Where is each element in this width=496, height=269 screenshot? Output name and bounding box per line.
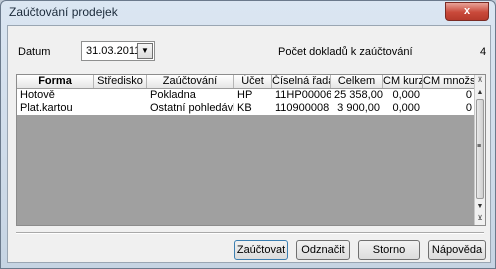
cell-celkem[interactable]: 25 358,00: [331, 89, 383, 102]
scroll-up-icon[interactable]: ▲: [475, 87, 485, 99]
napoveda-button[interactable]: Nápověda: [428, 240, 486, 260]
table-row[interactable]: Hotově Pokladna HP 11HP00006 25 358,00 0…: [17, 89, 475, 102]
dialog-window: Zaúčtování prodejek x Datum 31.03.2011 ▼…: [0, 0, 496, 269]
datum-picker[interactable]: 31.03.2011 ▼: [81, 41, 155, 61]
cell-cm-kurz[interactable]: 0,000: [383, 102, 423, 115]
cell-cm-mnozstvi[interactable]: 0: [423, 102, 475, 115]
column-header-stredisko[interactable]: Středisko: [94, 75, 147, 88]
pocet-dokladu-label: Počet dokladů k zaúčtování: [278, 46, 413, 58]
divider: [16, 232, 484, 234]
close-button[interactable]: x: [445, 2, 489, 21]
cell-celkem[interactable]: 3 900,00: [331, 102, 383, 115]
datum-value[interactable]: 31.03.2011: [86, 45, 140, 57]
cell-zauctovani[interactable]: Ostatní pohledávky: [147, 102, 234, 115]
scroll-bottom-icon[interactable]: ⊻: [475, 213, 485, 225]
zauctovat-button[interactable]: Zaúčtovat: [234, 240, 288, 260]
pocet-dokladu-value: 4: [480, 46, 487, 58]
title-bar[interactable]: Zaúčtování prodejek x: [1, 1, 495, 23]
cell-zauctovani[interactable]: Pokladna: [147, 89, 234, 102]
cell-ciselna-rada[interactable]: 11HP00006: [272, 89, 331, 102]
cell-cm-kurz[interactable]: 0,000: [383, 89, 423, 102]
grid-header: Forma Středisko Zaúčtování Účet Číselná …: [17, 75, 476, 89]
cell-cm-mnozstvi[interactable]: 0: [423, 89, 475, 102]
storno-button[interactable]: Storno: [358, 240, 420, 260]
column-header-forma[interactable]: Forma: [17, 75, 94, 88]
vertical-scrollbar[interactable]: ⊼ ▲ ≡ ▼ ⊻: [474, 75, 485, 225]
odznacit-button[interactable]: Odznačit: [296, 240, 350, 260]
dialog-content: Datum 31.03.2011 ▼ Počet dokladů k zaúčt…: [7, 25, 491, 263]
cell-forma[interactable]: Plat.kartou: [17, 102, 147, 115]
window-title: Zaúčtování prodejek: [9, 5, 118, 19]
cell-ucet[interactable]: KB: [234, 102, 272, 115]
column-header-celkem[interactable]: Celkem: [331, 75, 383, 88]
column-header-cm-mnozstvi[interactable]: CM množství: [423, 75, 476, 88]
chevron-down-icon[interactable]: ▼: [137, 43, 153, 59]
cell-ucet[interactable]: HP: [234, 89, 272, 102]
data-grid[interactable]: Forma Středisko Zaúčtování Účet Číselná …: [16, 74, 486, 226]
column-header-ciselna-rada[interactable]: Číselná řada: [272, 75, 331, 88]
cell-forma[interactable]: Hotově: [17, 89, 147, 102]
column-header-cm-kurz[interactable]: CM kurz: [383, 75, 423, 88]
table-row[interactable]: Plat.kartou Ostatní pohledávky KB 110900…: [17, 102, 475, 115]
column-header-ucet[interactable]: Účet: [234, 75, 272, 88]
grip-icon: ≡: [477, 143, 482, 150]
column-header-zauctovani[interactable]: Zaúčtování: [147, 75, 234, 88]
cell-ciselna-rada[interactable]: 110900008: [272, 102, 331, 115]
scroll-top-icon[interactable]: ⊼: [475, 75, 485, 87]
scroll-down-icon[interactable]: ▼: [475, 201, 485, 213]
datum-label: Datum: [18, 46, 51, 58]
